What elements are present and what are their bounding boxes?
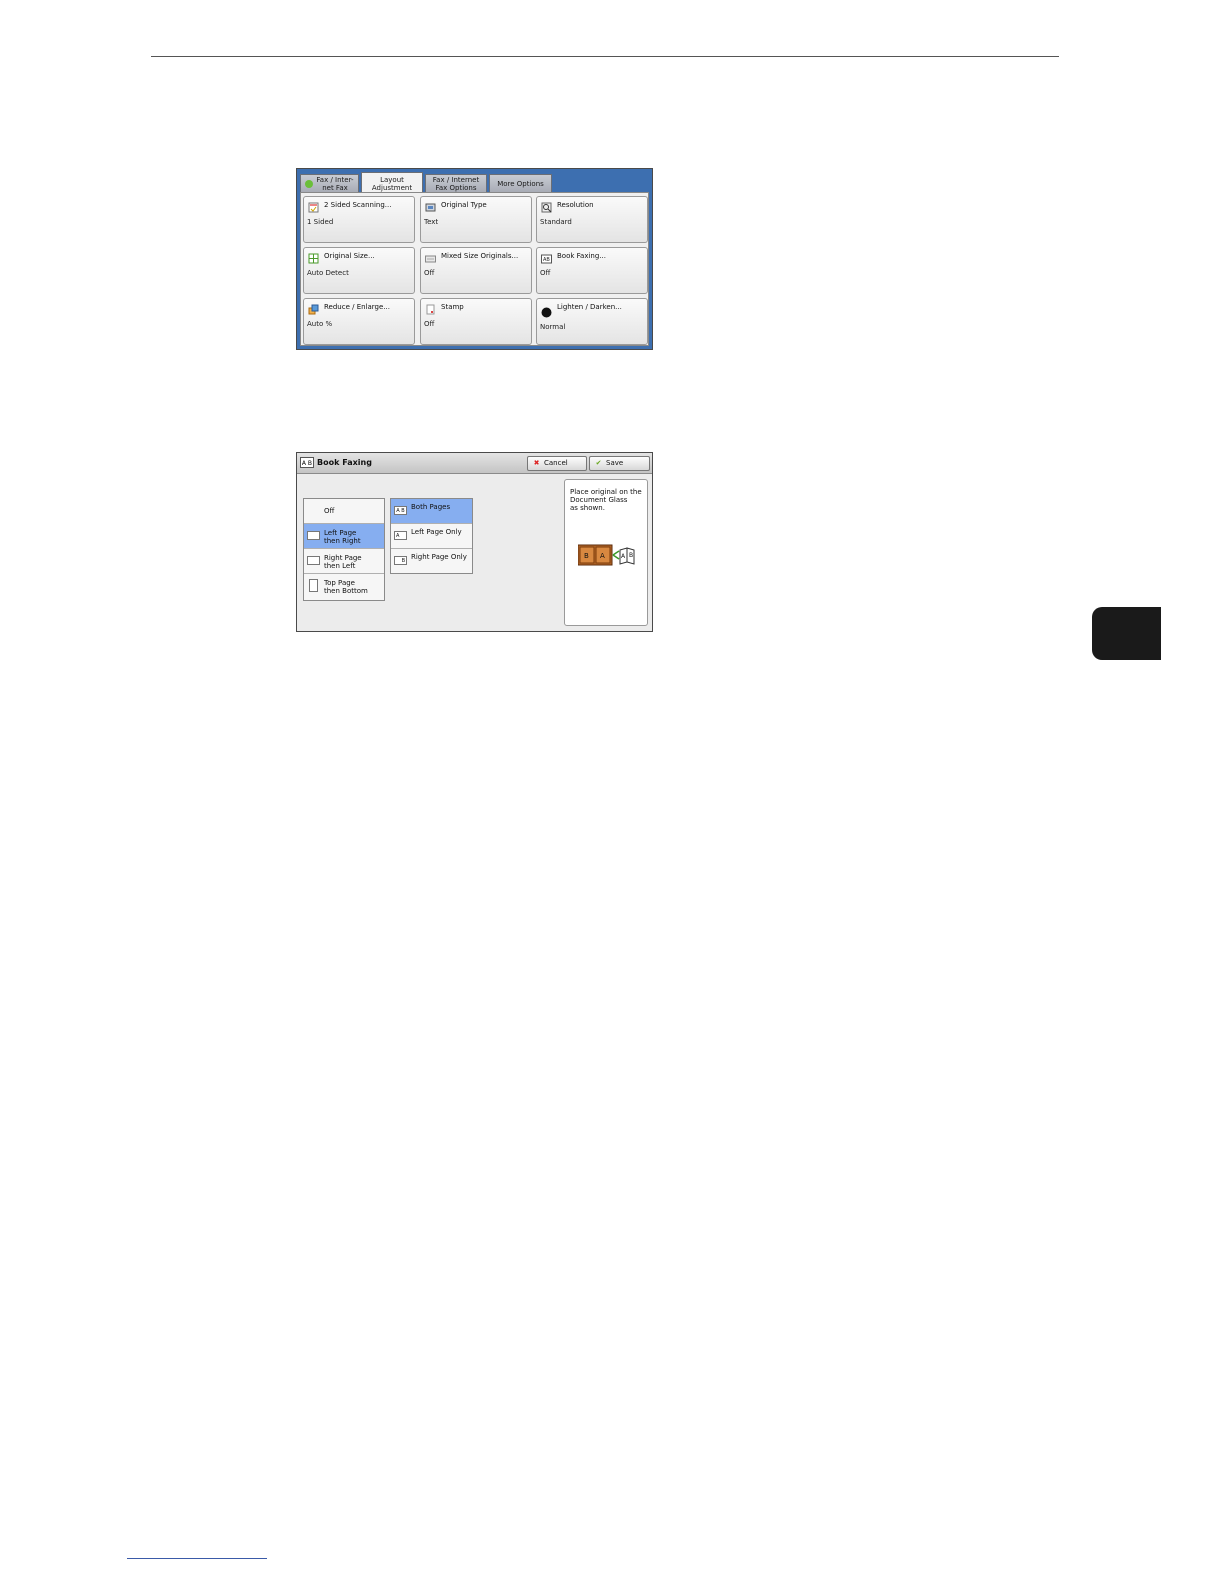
book-left-right-icon <box>307 531 320 540</box>
footer-link-rule <box>127 1558 267 1559</box>
option-off[interactable]: Off <box>304 499 384 524</box>
instruction-text: Place original on the Document Glass as … <box>570 488 642 512</box>
book-right-left-icon <box>307 556 320 565</box>
book-faxing-button[interactable]: AB Book Faxing... Off <box>536 247 648 294</box>
fax-icon <box>305 180 314 188</box>
screen-title: Book Faxing <box>317 458 372 467</box>
illustration-letter-b2: B <box>629 552 633 559</box>
layout-adjustment-screen: Fax / Inter- net Fax Layout Adjustment F… <box>296 168 653 350</box>
illustration-letter-a: A <box>600 552 605 560</box>
screen-title-bar: A B Book Faxing ✖ Cancel ✔ Save <box>297 453 652 474</box>
tab-fax-internet-fax-options[interactable]: Fax / Internet Fax Options <box>425 174 487 192</box>
original-size-button[interactable]: Original Size... Auto Detect <box>303 247 415 294</box>
stamp-button[interactable]: Stamp Off <box>420 298 532 345</box>
pages-to-scan-options: A B Both Pages A Left Page Only B Right … <box>390 498 473 574</box>
option-both-pages[interactable]: A B Both Pages <box>391 499 472 524</box>
two-sided-icon <box>308 202 319 213</box>
illustration-letter-b: B <box>584 552 589 560</box>
tab-more-options[interactable]: More Options <box>489 174 552 192</box>
left-page-only-icon: A <box>394 531 407 540</box>
chapter-tab <box>1092 607 1161 660</box>
tab-layout-adjustment[interactable]: Layout Adjustment <box>361 172 423 193</box>
original-type-icon <box>425 203 436 212</box>
cancel-x-icon: ✖ <box>533 459 540 467</box>
tab-bar: Fax / Inter- net Fax Layout Adjustment F… <box>300 172 552 193</box>
lighten-darken-icon <box>541 307 552 318</box>
save-button[interactable]: ✔ Save <box>589 456 650 471</box>
resolution-button[interactable]: Resolution Standard <box>536 196 648 243</box>
book-faxing-icon: A B <box>300 457 314 468</box>
feature-grid: 2 Sided Scanning... 1 Sided Original Typ… <box>300 192 649 346</box>
checkmark-icon: ✔ <box>595 459 602 467</box>
book-faxing-icon: AB <box>541 254 552 264</box>
mixed-size-icon <box>425 255 436 263</box>
option-right-page-only[interactable]: B Right Page Only <box>391 549 472 574</box>
option-top-page-then-bottom[interactable]: Top Page then Bottom <box>304 574 384 599</box>
both-pages-icon: A B <box>394 506 407 515</box>
two-sided-scanning-button[interactable]: 2 Sided Scanning... 1 Sided <box>303 196 415 243</box>
reduce-enlarge-icon <box>308 304 319 315</box>
mixed-size-originals-button[interactable]: Mixed Size Originals... Off <box>420 247 532 294</box>
option-right-page-then-left[interactable]: Right Page then Left <box>304 549 384 574</box>
instruction-panel: Place original on the Document Glass as … <box>564 479 648 626</box>
original-size-icon <box>308 253 319 264</box>
header-rule <box>151 56 1059 57</box>
book-on-glass-illustration-icon: B A A B <box>578 544 635 566</box>
tab-fax-internet-fax[interactable]: Fax / Inter- net Fax <box>300 174 359 192</box>
cancel-button[interactable]: ✖ Cancel <box>527 456 587 471</box>
reduce-enlarge-button[interactable]: Reduce / Enlarge... Auto % <box>303 298 415 345</box>
lighten-darken-button[interactable]: Lighten / Darken... Normal <box>536 298 648 345</box>
stamp-icon <box>426 304 435 315</box>
option-left-page-only[interactable]: A Left Page Only <box>391 524 472 549</box>
original-type-button[interactable]: Original Type Text <box>420 196 532 243</box>
page-order-options: Off Left Page then Right Right Page then… <box>303 498 385 601</box>
resolution-icon <box>541 202 552 213</box>
svg-text:AB: AB <box>543 257 550 263</box>
book-faxing-screen: A B Book Faxing ✖ Cancel ✔ Save Off Left P… <box>296 452 653 632</box>
book-top-bottom-icon <box>309 579 318 592</box>
option-left-page-then-right[interactable]: Left Page then Right <box>304 524 384 549</box>
right-page-only-icon: B <box>394 556 407 565</box>
